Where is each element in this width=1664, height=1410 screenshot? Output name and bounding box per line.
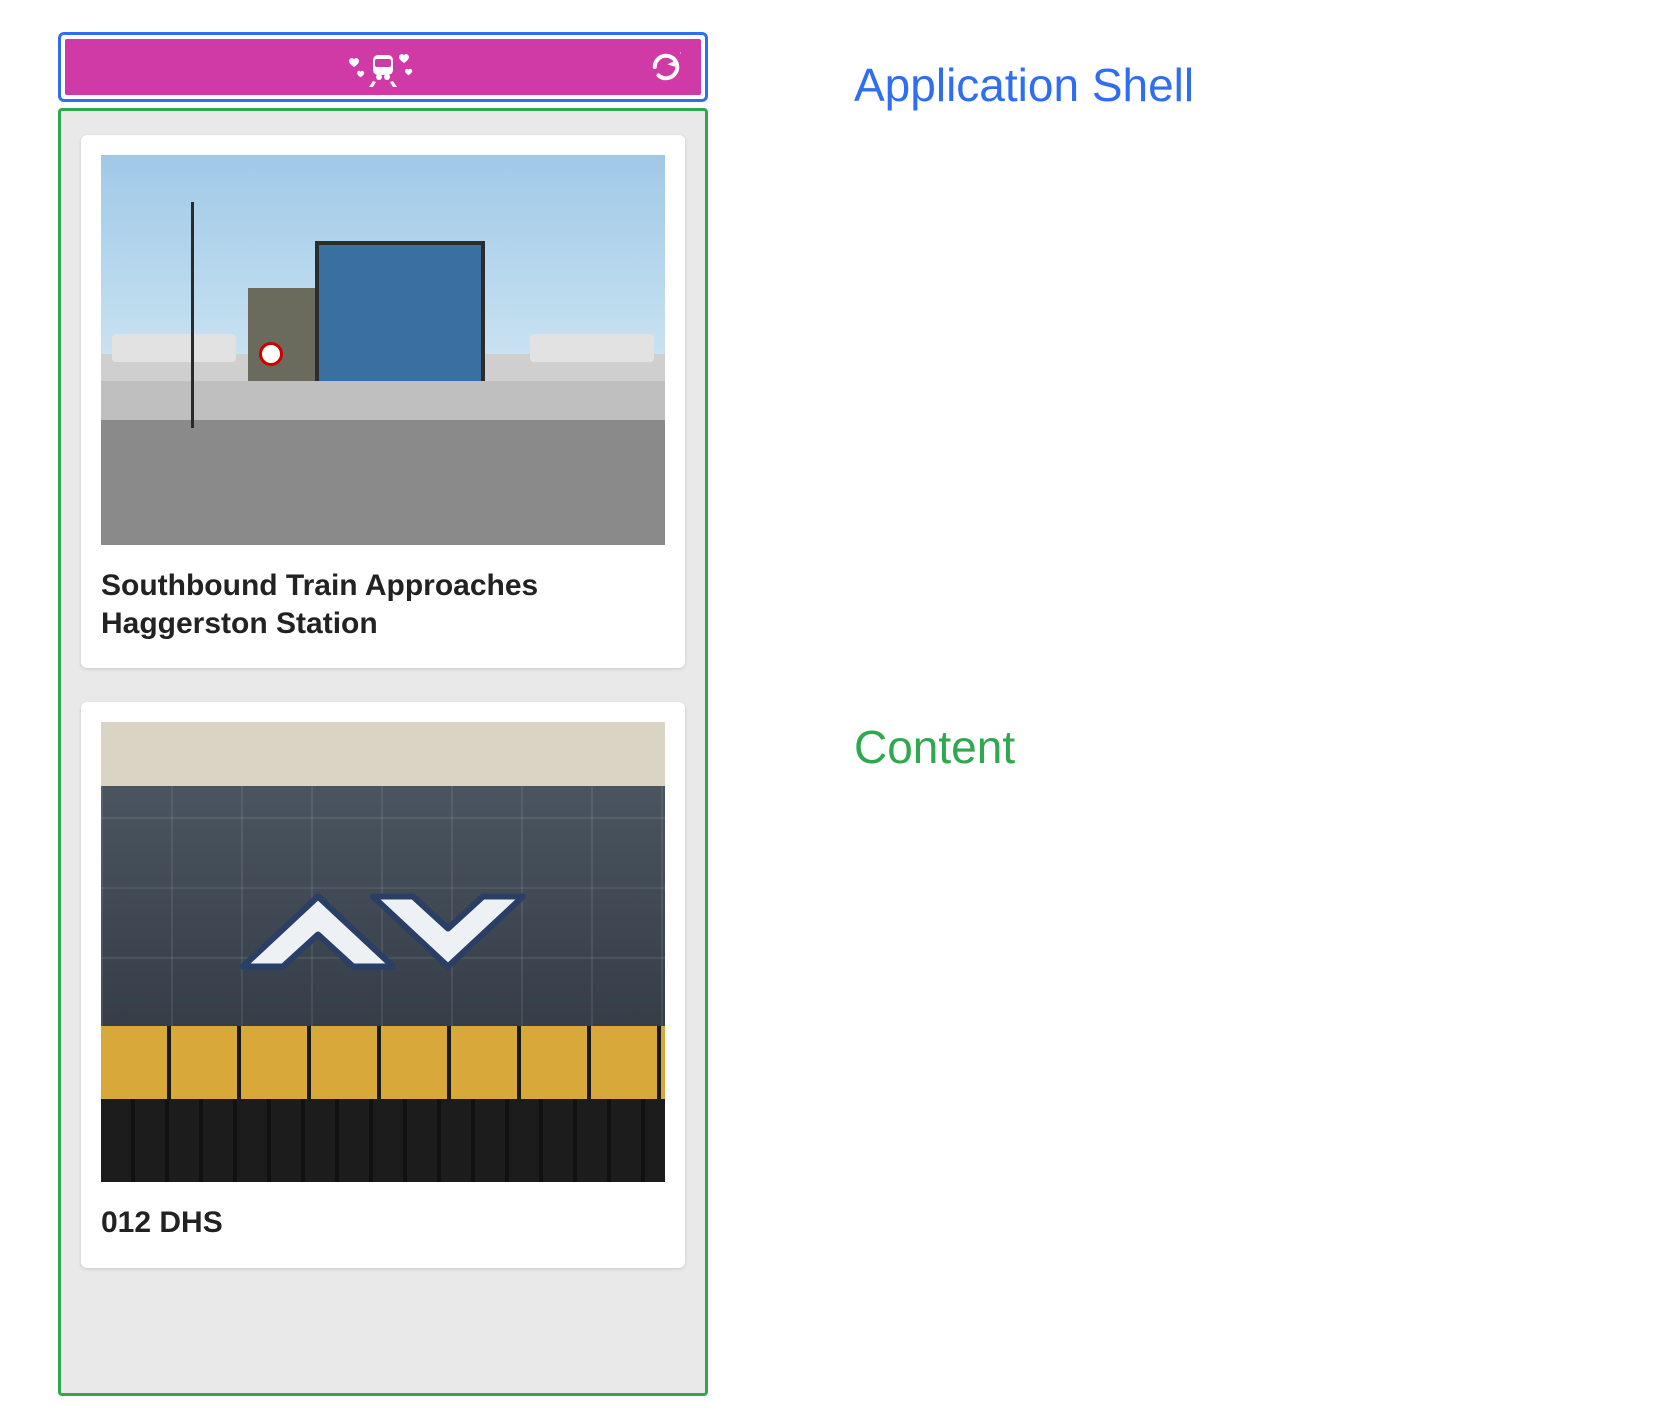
card-title: Southbound Train Approaches Haggerston S… [101,567,665,642]
card-image [101,722,665,1182]
app-header [65,39,701,95]
app-logo [339,47,427,87]
phone-mock: Southbound Train Approaches Haggerston S… [58,32,708,1396]
content-card[interactable]: Southbound Train Approaches Haggerston S… [81,135,685,668]
shell-outline [58,32,708,102]
annotation-shell: Application Shell [714,58,1194,112]
card-image [101,155,665,545]
refresh-button[interactable] [649,50,683,84]
content-card[interactable]: 012 DHS [81,702,685,1268]
content-outline: Southbound Train Approaches Haggerston S… [58,108,708,1396]
card-title: 012 DHS [101,1204,665,1242]
train-hearts-icon [339,47,427,87]
refresh-icon [651,52,681,82]
annotation-content: Content [714,720,1015,774]
ns-logo-icon [223,856,543,1011]
annotation-label: Content [854,720,1015,774]
annotation-label: Application Shell [854,58,1194,112]
